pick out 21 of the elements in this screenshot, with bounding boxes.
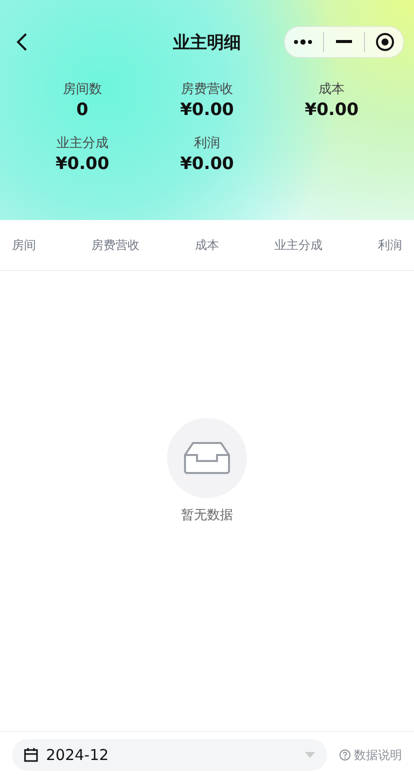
column-header: 成本 (195, 236, 219, 254)
stat-label: 成本 (318, 81, 345, 98)
month-picker[interactable]: 2024-12 (12, 739, 327, 771)
dropdown-caret-icon (305, 752, 315, 758)
column-header: 利润 (378, 236, 402, 254)
column-header: 业主分成 (274, 236, 322, 254)
stat-value: ¥0.00 (304, 100, 359, 120)
stat-label: 业主分成 (56, 135, 108, 152)
column-header: 房间 (12, 236, 36, 254)
calendar-icon (24, 748, 38, 762)
stat-value: ¥0.00 (55, 154, 110, 174)
stat-value: 0 (76, 100, 88, 120)
page-title: 业主明细 (173, 32, 241, 54)
stat-value: ¥0.00 (180, 154, 234, 174)
column-header: 房费营收 (92, 236, 140, 254)
stat-label: 利润 (194, 135, 220, 152)
stat-label: 房间数 (62, 81, 102, 98)
help-icon (339, 749, 351, 761)
stat-label: 房费营收 (180, 81, 233, 98)
empty-message: 暂无数据 (181, 507, 233, 524)
stat-value: ¥0.00 (180, 100, 234, 120)
